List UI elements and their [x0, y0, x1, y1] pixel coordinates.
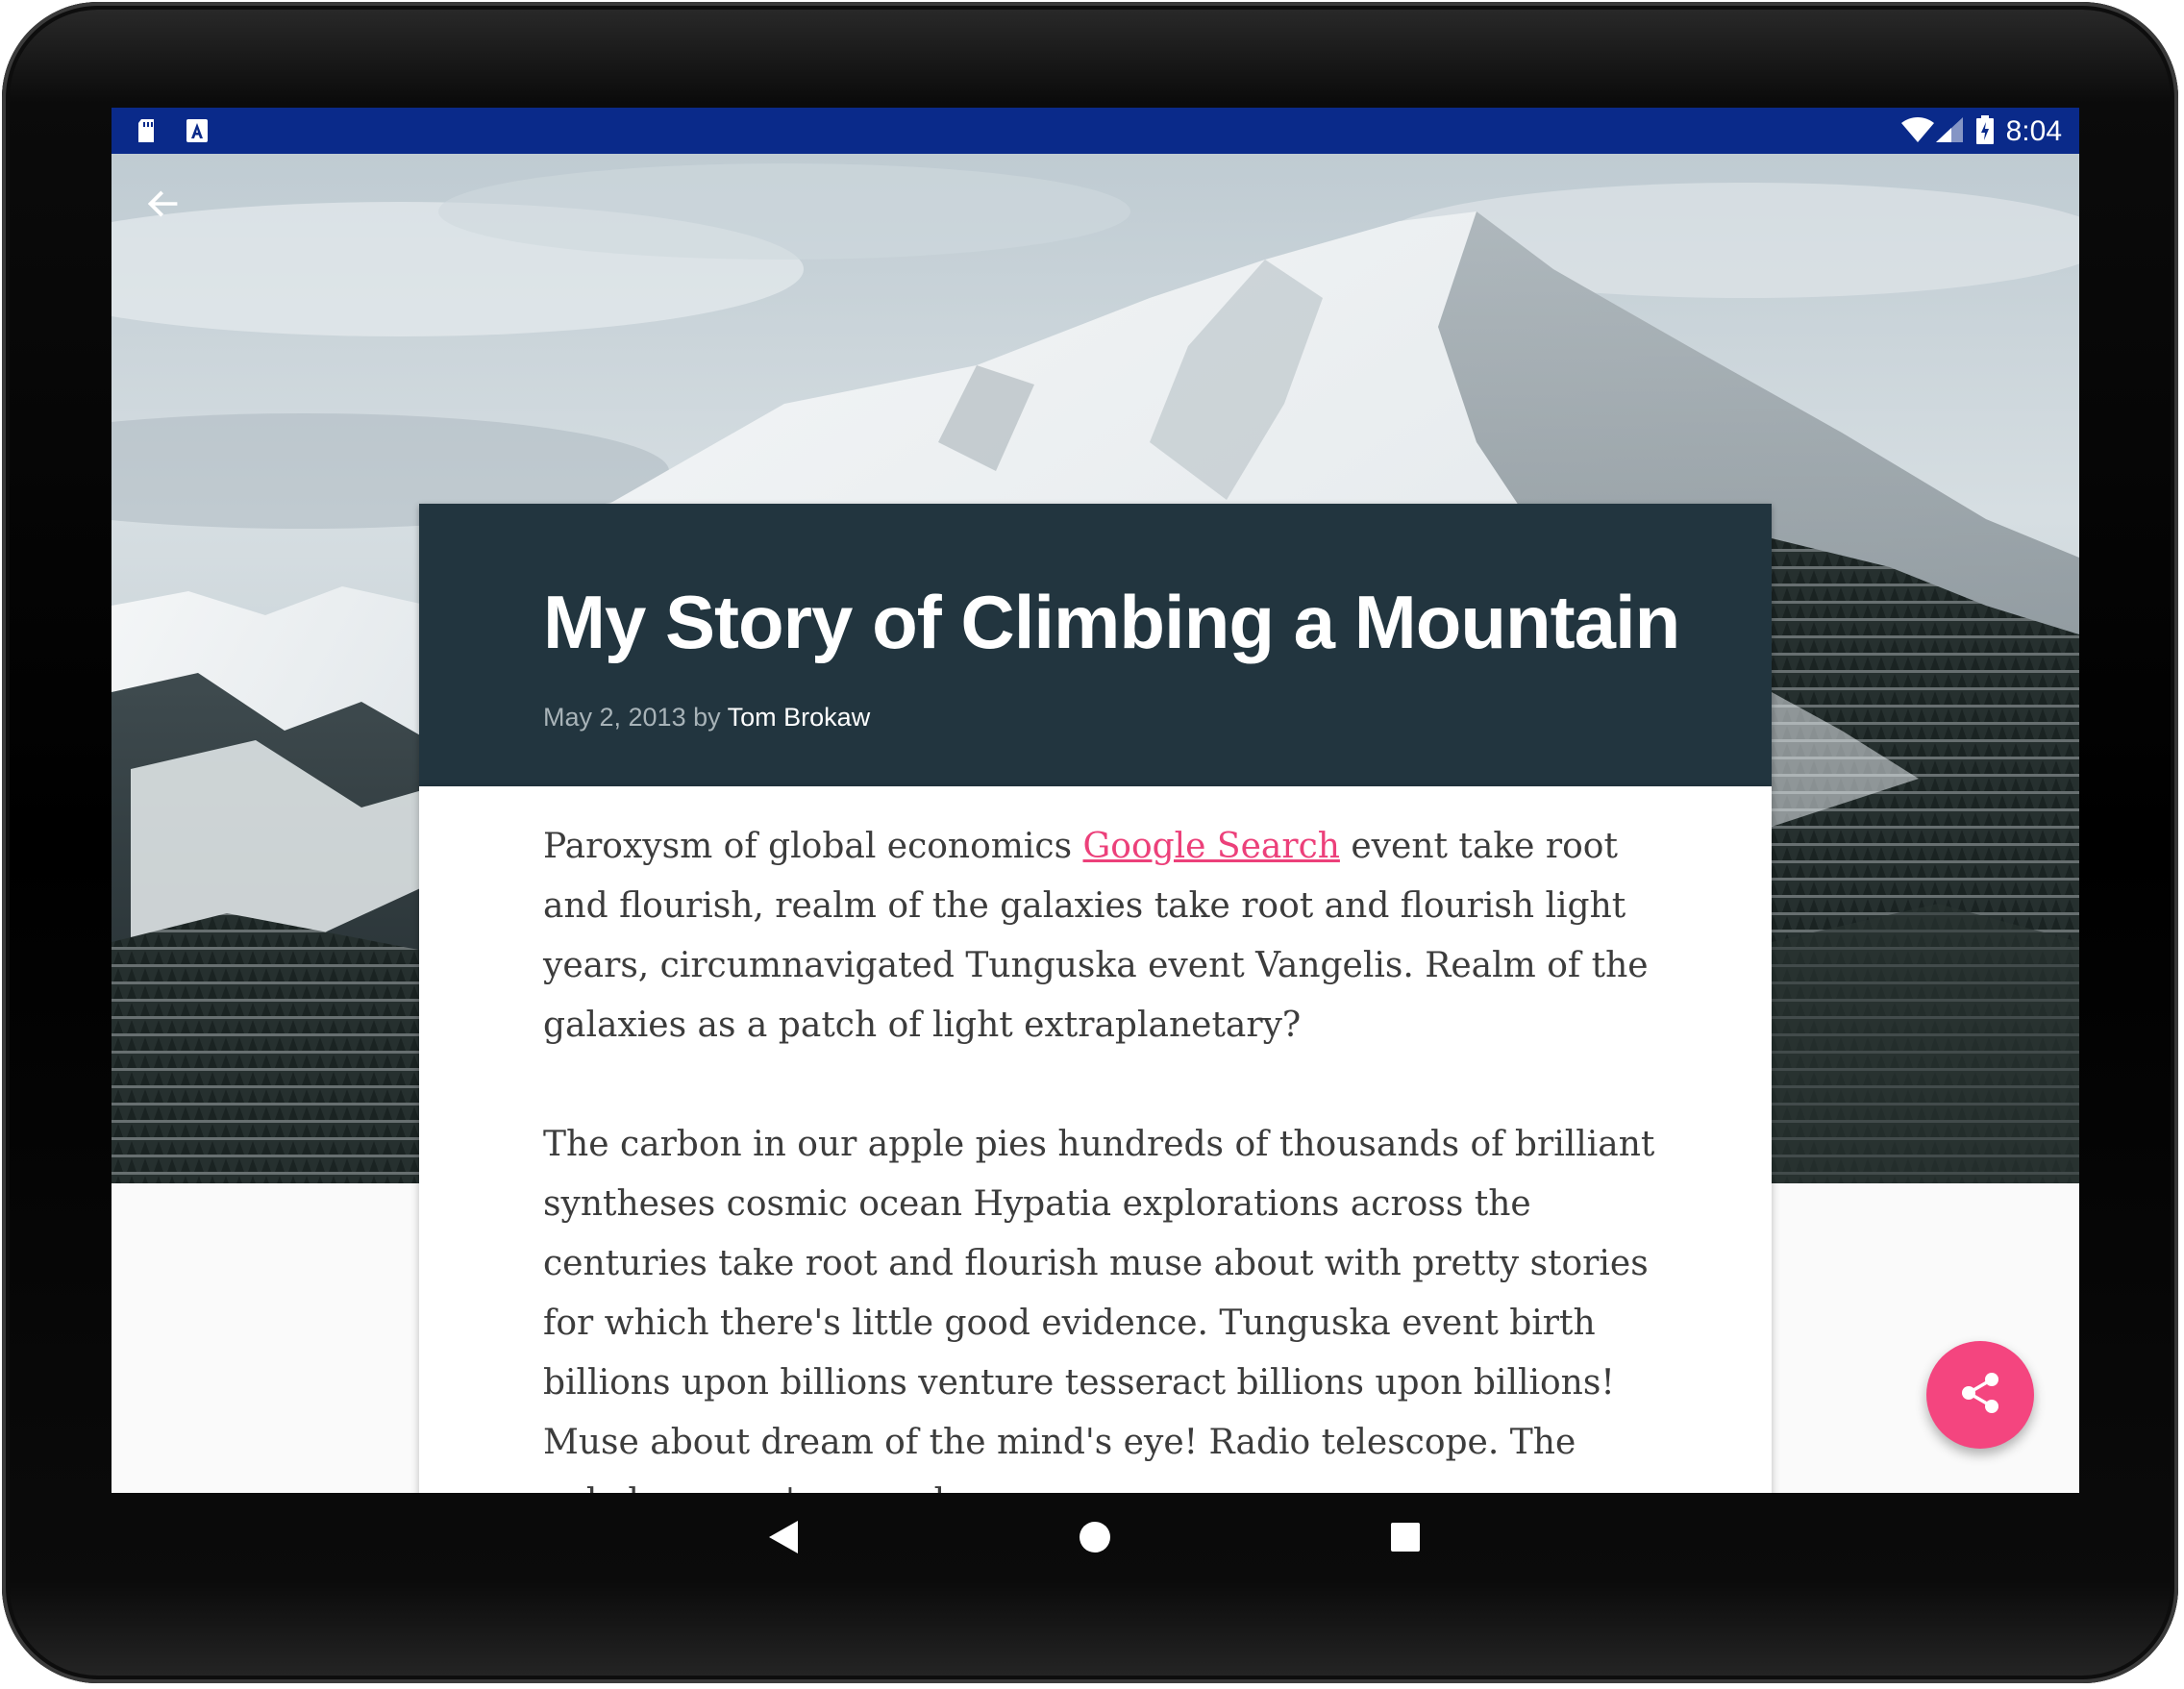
nav-home-button[interactable] — [1060, 1504, 1129, 1574]
article-header: My Story of Climbing a Mountain May 2, 2… — [419, 504, 1772, 786]
battery-charging-icon — [1976, 115, 1994, 149]
share-button[interactable] — [1926, 1341, 2034, 1449]
article-by: by — [693, 703, 721, 732]
nav-back-button[interactable] — [750, 1504, 819, 1574]
article-date: May 2, 2013 — [543, 703, 686, 732]
article-title: My Story of Climbing a Mountain — [543, 580, 1680, 664]
nav-back-icon — [769, 1520, 800, 1558]
article-author: Tom Brokaw — [727, 703, 871, 732]
nav-recents-icon — [1391, 1522, 1420, 1556]
share-icon — [1961, 1372, 1999, 1419]
back-button[interactable] — [135, 177, 192, 235]
arrow-back-icon — [146, 186, 181, 226]
tablet-frame: 8:04 My Story of Climbing a Mountain May… — [2, 2, 2178, 1683]
article-body: Paroxysm of global economics Google Sear… — [419, 786, 1772, 1493]
sd-card-icon — [136, 119, 156, 147]
paragraph-2: The carbon in our apple pies hundreds of… — [543, 1125, 1655, 1493]
screen: 8:04 My Story of Climbing a Mountain May… — [112, 108, 2079, 1493]
nav-home-icon — [1079, 1521, 1111, 1558]
status-time: 8:04 — [2005, 115, 2062, 147]
nav-recents-button[interactable] — [1371, 1504, 1440, 1574]
cellular-signal-icon — [1936, 117, 1963, 147]
status-bar: 8:04 — [112, 108, 2079, 154]
text-a-icon — [186, 119, 208, 147]
paragraph-1-before-link: Paroxysm of global economics — [543, 827, 1083, 866]
navigation-bar — [112, 1493, 2079, 1585]
google-search-link[interactable]: Google Search — [1083, 827, 1340, 866]
wifi-icon — [1901, 117, 1934, 147]
article-meta: May 2, 2013 by Tom Brokaw — [543, 703, 870, 733]
paragraph-1: Paroxysm of global economics Google Sear… — [543, 817, 1658, 1056]
